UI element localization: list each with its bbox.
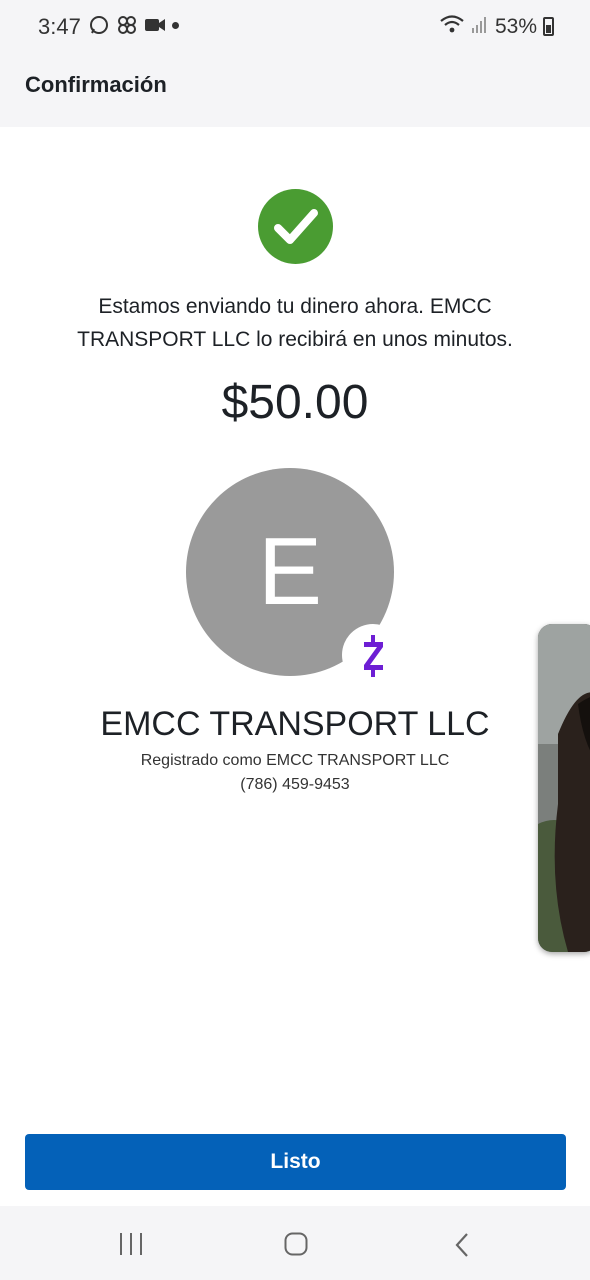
pinwheel-icon bbox=[116, 14, 138, 36]
video-call-icon bbox=[144, 14, 166, 36]
status-bar: 3:47 53% bbox=[0, 0, 590, 52]
more-notifications-dot bbox=[172, 22, 179, 29]
home-icon[interactable] bbox=[284, 1232, 308, 1256]
whatsapp-icon bbox=[88, 14, 110, 36]
signal-icon bbox=[471, 14, 489, 39]
done-button[interactable]: Listo bbox=[25, 1134, 566, 1190]
video-call-preview[interactable] bbox=[538, 624, 590, 952]
battery-percent: 53% bbox=[494, 14, 537, 38]
battery-icon bbox=[543, 17, 554, 36]
back-icon[interactable] bbox=[452, 1232, 472, 1258]
recent-apps-icon[interactable] bbox=[118, 1232, 144, 1256]
recipient-phone: (786) 459-9453 bbox=[240, 776, 350, 793]
confirmation-message: Estamos enviando tu dinero ahora. EMCC T… bbox=[77, 295, 513, 351]
navigation-bar bbox=[0, 1206, 590, 1280]
notification-icons bbox=[88, 14, 166, 36]
amount: $50.00 bbox=[221, 376, 369, 429]
system-status: 53% bbox=[439, 14, 554, 39]
zelle-icon bbox=[342, 624, 404, 686]
wifi-icon bbox=[439, 14, 465, 39]
recipient-registered: Registrado como EMCC TRANSPORT LLC bbox=[140, 752, 450, 769]
status-time: 3:47 bbox=[38, 14, 81, 39]
app-header: Confirmación bbox=[0, 52, 590, 127]
page-title: Confirmación bbox=[25, 72, 167, 97]
check-circle-icon bbox=[258, 189, 333, 264]
recipient-name: EMCC TRANSPORT LLC bbox=[100, 705, 490, 743]
